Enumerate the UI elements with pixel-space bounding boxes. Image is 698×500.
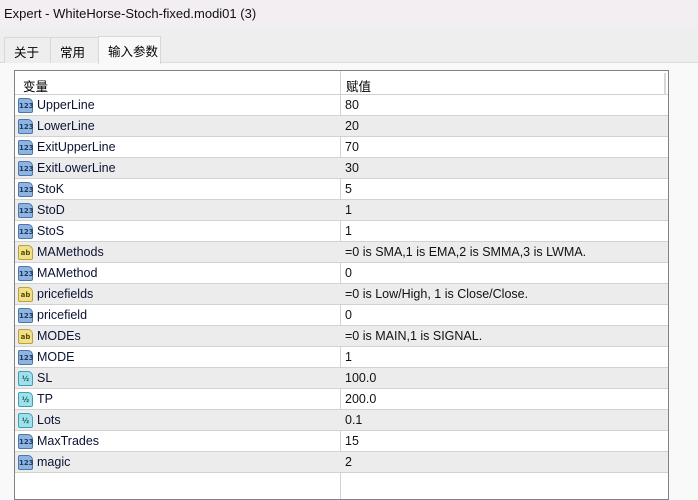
parameter-name: StoS [37,224,65,238]
integer-type-icon: 123 [18,350,34,365]
integer-type-icon: 123 [18,140,34,155]
double-type-icon: ½ [18,413,33,428]
table-row[interactable]: ½ SL 100.0 [15,368,668,389]
parameter-name: SL [37,371,53,385]
table-row[interactable]: 123 UpperLine 80 [15,95,668,116]
parameter-name: MAMethods [37,245,104,259]
parameter-value[interactable]: 100.0 [345,371,376,385]
parameter-value[interactable]: 1 [345,350,352,364]
table-row[interactable]: 123 StoS 1 [15,221,668,242]
parameter-name: MaxTrades [37,434,100,448]
double-type-icon: ½ [18,371,33,386]
integer-type-icon: 123 [18,98,34,113]
parameter-name: MODEs [37,329,81,343]
header-variable[interactable]: 变量 [23,76,48,95]
integer-type-icon: 123 [18,203,34,218]
integer-type-icon: 123 [18,161,34,176]
tab-about[interactable]: 关于 [4,37,51,63]
parameter-name: Lots [37,413,61,427]
table-row[interactable]: 123 StoK 5 [15,179,668,200]
parameter-value[interactable]: 0 [345,266,352,280]
table-header: 变量 赋值 [15,71,668,95]
parameter-name: TP [37,392,53,406]
double-type-icon: ½ [18,392,33,407]
tab-common[interactable]: 常用 [50,37,99,63]
integer-type-icon: 123 [18,455,34,470]
table-row[interactable]: ½ Lots 0.1 [15,410,668,431]
parameter-name: ExitLowerLine [37,161,116,175]
parameter-value[interactable]: 15 [345,434,359,448]
parameter-name: MAMethod [37,266,98,280]
table-row[interactable]: 123 magic 2 [15,452,668,473]
table-row[interactable]: 123 StoD 1 [15,200,668,221]
window-title: Expert - WhiteHorse-Stoch-fixed.modi01 (… [0,0,698,27]
integer-type-icon: 123 [18,266,34,281]
parameter-value[interactable]: 200.0 [345,392,376,406]
parameter-value[interactable]: =0 is SMA,1 is EMA,2 is SMMA,3 is LWMA. [345,245,586,259]
table-row[interactable]: 123 ExitUpperLine 70 [15,137,668,158]
integer-type-icon: 123 [18,182,34,197]
scrollbar[interactable] [664,73,666,95]
table-row[interactable]: 123 LowerLine 20 [15,116,668,137]
table-row[interactable]: ab MODEs =0 is MAIN,1 is SIGNAL. [15,326,668,347]
parameter-name: UpperLine [37,98,95,112]
parameter-value[interactable]: =0 is MAIN,1 is SIGNAL. [345,329,482,343]
table-row[interactable]: 123 MaxTrades 15 [15,431,668,452]
parameter-value[interactable]: 1 [345,203,352,217]
string-type-icon: ab [18,329,33,344]
parameter-value[interactable]: 0.1 [345,413,362,427]
table-row[interactable]: ½ TP 200.0 [15,389,668,410]
integer-type-icon: 123 [18,434,34,449]
parameter-value[interactable]: 70 [345,140,359,154]
parameter-value[interactable]: =0 is Low/High, 1 is Close/Close. [345,287,528,301]
table-row[interactable]: 123 pricefield 0 [15,305,668,326]
parameter-value[interactable]: 30 [345,161,359,175]
parameter-value[interactable]: 0 [345,308,352,322]
header-value[interactable]: 赋值 [346,76,371,95]
integer-type-icon: 123 [18,119,34,134]
integer-type-icon: 123 [18,308,34,323]
parameter-value[interactable]: 1 [345,224,352,238]
table-row[interactable]: 123 MODE 1 [15,347,668,368]
string-type-icon: ab [18,287,33,302]
parameter-value[interactable]: 20 [345,119,359,133]
integer-type-icon: 123 [18,224,34,239]
parameter-name: ExitUpperLine [37,140,116,154]
string-type-icon: ab [18,245,33,260]
table-row[interactable]: 123 MAMethod 0 [15,263,668,284]
table-row[interactable]: ab pricefields =0 is Low/High, 1 is Clos… [15,284,668,305]
parameter-name: StoD [37,203,65,217]
parameter-value[interactable]: 5 [345,182,352,196]
parameter-name: pricefield [37,308,88,322]
parameter-value[interactable]: 2 [345,455,352,469]
parameters-table: 变量 赋值 123 UpperLine 80 123 LowerLine 20 12… [14,70,669,500]
parameter-value[interactable]: 80 [345,98,359,112]
parameter-name: StoK [37,182,65,196]
table-row[interactable]: 123 ExitLowerLine 30 [15,158,668,179]
table-row[interactable]: ab MAMethods =0 is SMA,1 is EMA,2 is SMM… [15,242,668,263]
tab-bar: 关于 常用 输入参数 [0,27,698,64]
parameter-name: LowerLine [37,119,95,133]
parameter-name: magic [37,455,71,469]
parameter-name: MODE [37,350,75,364]
parameter-name: pricefields [37,287,94,301]
tab-inputs[interactable]: 输入参数 [98,36,161,64]
